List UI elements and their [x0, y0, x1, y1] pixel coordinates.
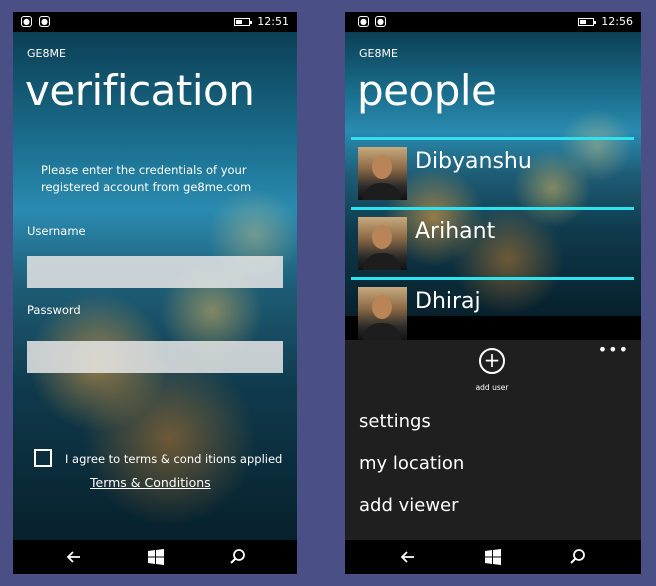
more-ellipsis-icon[interactable]: •••	[598, 340, 629, 359]
status-bar: ● ● 12:56	[345, 12, 641, 32]
app-bar: ••• + add user settings my location add …	[345, 340, 641, 540]
nav-bar	[345, 540, 641, 574]
page-title: verification	[25, 66, 255, 115]
username-input[interactable]	[27, 256, 283, 288]
back-arrow-icon[interactable]	[65, 548, 83, 566]
status-bar: ● ● 12:51	[13, 12, 297, 32]
person-name: Arihant	[415, 219, 496, 244]
status-time: 12:56	[601, 15, 633, 28]
add-circle-icon[interactable]: +	[479, 348, 505, 374]
avatar	[358, 287, 407, 340]
agree-label: I agree to terms & cond itions applied	[65, 452, 283, 466]
add-user-label: add user	[475, 383, 509, 392]
people-screen: ● ● 12:56 GE8ME people Dibyanshu Arihant…	[345, 12, 641, 574]
back-arrow-icon[interactable]	[399, 548, 417, 566]
nav-bar	[13, 540, 297, 574]
person-name: Dibyanshu	[415, 149, 532, 174]
battery-icon	[578, 18, 596, 26]
divider	[351, 137, 634, 140]
instructions-text: Please enter the credentials of your reg…	[41, 163, 252, 194]
password-input[interactable]	[27, 341, 283, 373]
list-item[interactable]: Dibyanshu	[351, 137, 634, 207]
notification-icon: ●	[375, 16, 386, 27]
password-label: Password	[27, 303, 81, 317]
people-list: Dibyanshu Arihant Dhiraj	[351, 137, 634, 347]
notification-icon: ●	[39, 16, 50, 27]
divider	[351, 207, 634, 210]
app-name: GE8ME	[359, 47, 398, 60]
avatar	[358, 217, 407, 270]
app-name: GE8ME	[27, 47, 66, 60]
divider	[351, 277, 634, 280]
notification-icon: ●	[21, 16, 32, 27]
menu-item-add-viewer[interactable]: add viewer	[359, 495, 459, 516]
status-time: 12:51	[257, 15, 289, 28]
verification-screen: ● ● 12:51 GE8ME verification Please ente…	[13, 12, 297, 574]
battery-icon	[234, 18, 252, 26]
notification-icon: ●	[358, 16, 369, 27]
terms-link[interactable]: Terms & Conditions	[90, 475, 211, 490]
search-icon[interactable]	[569, 548, 587, 566]
page-title: people	[357, 66, 497, 115]
person-name: Dhiraj	[415, 289, 481, 314]
menu-item-my-location[interactable]: my location	[359, 453, 464, 474]
agree-checkbox[interactable]	[34, 449, 52, 467]
windows-start-icon[interactable]	[147, 548, 165, 566]
list-item[interactable]: Dhiraj	[351, 277, 634, 347]
search-icon[interactable]	[229, 548, 247, 566]
avatar	[358, 147, 407, 200]
menu-item-settings[interactable]: settings	[359, 411, 431, 432]
windows-start-icon[interactable]	[484, 548, 502, 566]
username-label: Username	[27, 224, 86, 238]
list-item[interactable]: Arihant	[351, 207, 634, 277]
